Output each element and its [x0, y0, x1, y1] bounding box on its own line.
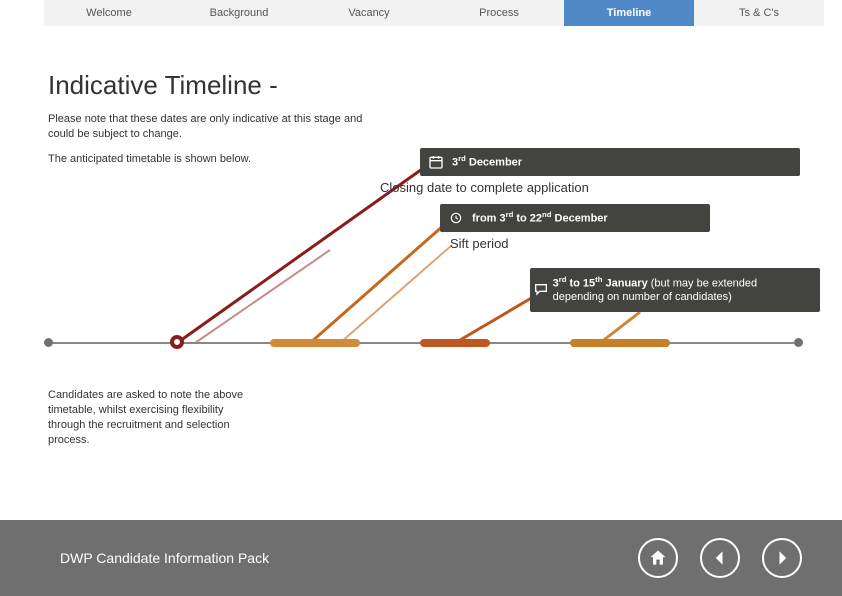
prev-button[interactable] [700, 538, 740, 578]
tab-vacancy[interactable]: Vacancy [304, 0, 434, 26]
event-closing-date-text: 3rd December [452, 148, 532, 176]
event-sift-period: from 3rd to 22nd December [440, 204, 710, 232]
calendar-icon [422, 148, 450, 176]
axis-node-closing [170, 335, 184, 349]
tab-timeline[interactable]: Timeline [564, 0, 694, 26]
event-sift-date-text: from 3rd to 22nd December [472, 204, 618, 232]
axis-segment-3 [570, 339, 670, 347]
event-closing-label: Closing date to complete application [380, 180, 589, 195]
footer-title: DWP Candidate Information Pack [60, 550, 269, 566]
axis-segment-1 [270, 339, 360, 347]
intro-p1: Please note that these dates are only in… [48, 112, 388, 142]
event-closing-date: 3rd December [420, 148, 800, 176]
chat-icon [532, 276, 551, 304]
axis-end-dot [794, 338, 803, 347]
axis-segment-2 [420, 339, 490, 347]
footer-nav [638, 538, 802, 578]
event-jan-date-text: 3rd to 15th January (but may be extended… [553, 269, 820, 311]
tab-welcome[interactable]: Welcome [44, 0, 174, 26]
intro-text: Please note that these dates are only in… [48, 112, 388, 177]
home-button[interactable] [638, 538, 678, 578]
footer: DWP Candidate Information Pack [0, 520, 842, 596]
footnote: Candidates are asked to note the above t… [48, 388, 248, 447]
tab-background[interactable]: Background [174, 0, 304, 26]
event-jan-period: 3rd to 15th January (but may be extended… [530, 268, 820, 312]
event-sift-label: Sift period [450, 236, 509, 251]
tab-process[interactable]: Process [434, 0, 564, 26]
axis-start-dot [44, 338, 53, 347]
tab-tcs[interactable]: Ts & C's [694, 0, 824, 26]
next-button[interactable] [762, 538, 802, 578]
intro-p2: The anticipated timetable is shown below… [48, 152, 388, 167]
tab-bar: Welcome Background Vacancy Process Timel… [44, 0, 824, 26]
page-title: Indicative Timeline - [48, 70, 278, 101]
clock-icon [442, 204, 470, 232]
